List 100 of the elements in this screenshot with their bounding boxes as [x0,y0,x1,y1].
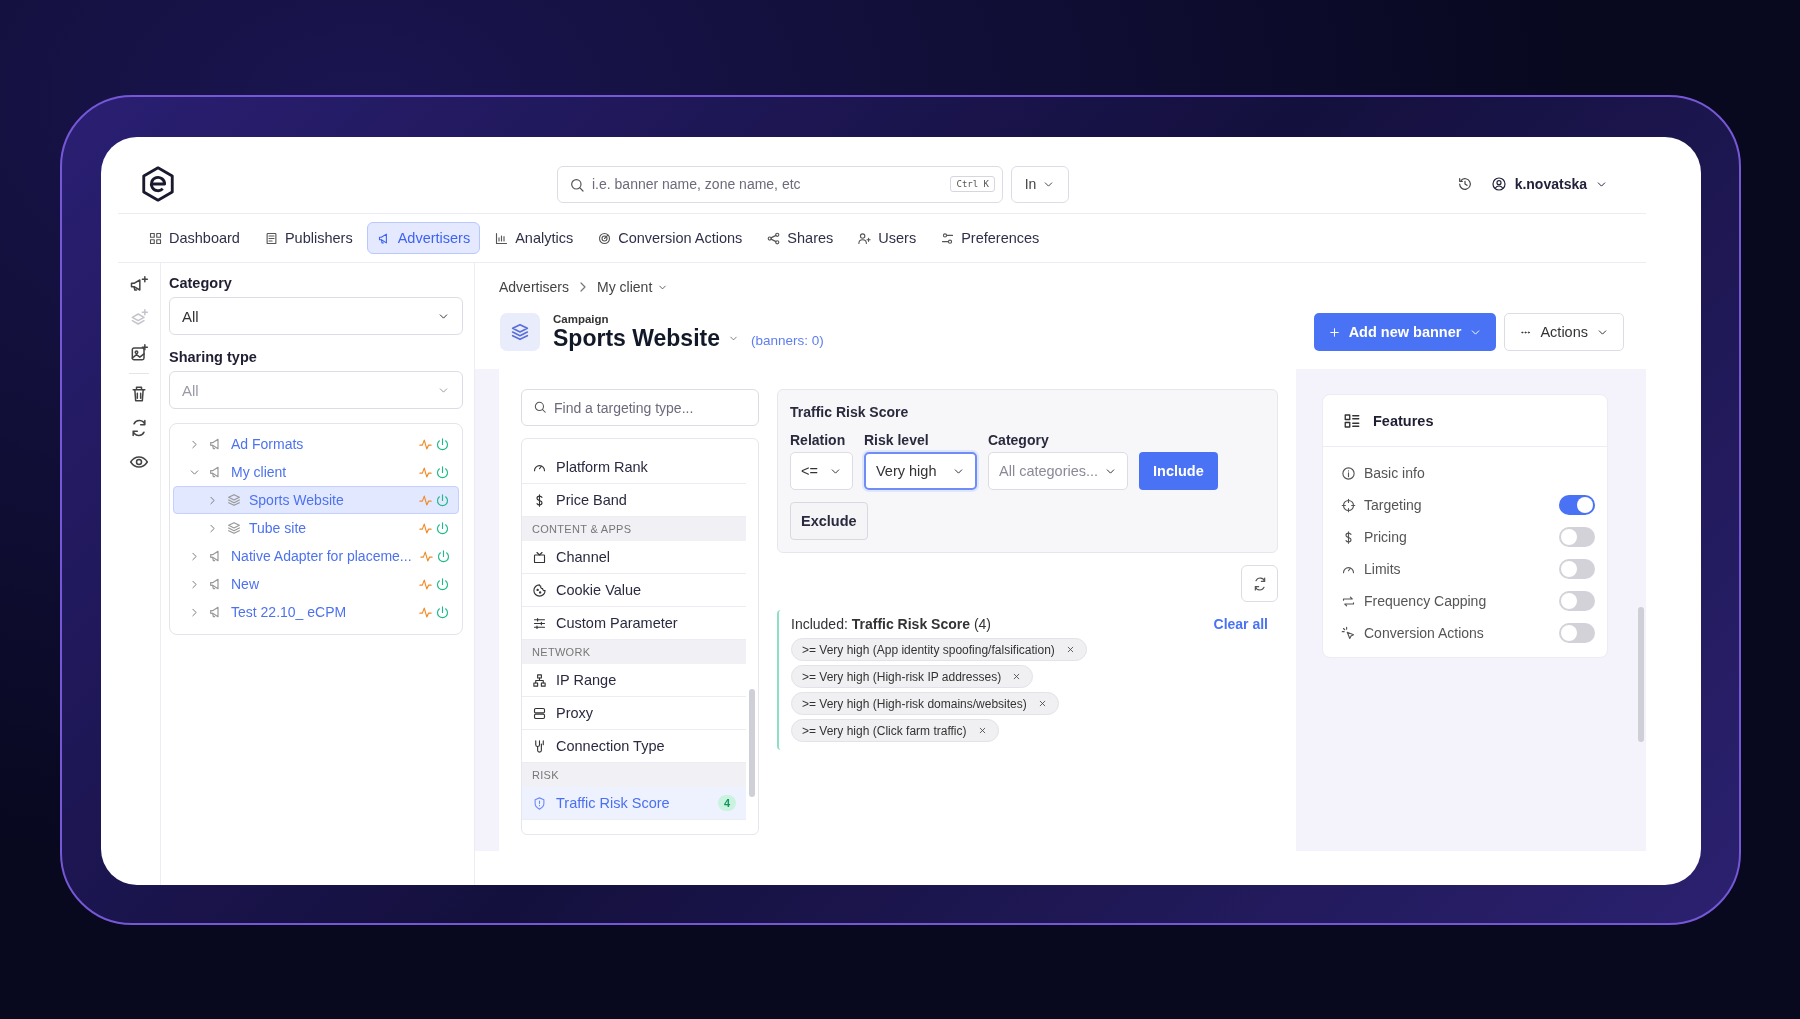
breadcrumb-link[interactable]: Advertisers [499,279,570,295]
layers-icon [226,520,242,536]
server-icon [532,705,547,721]
tv-icon [532,549,547,565]
features-icon [1343,411,1361,430]
card-title: Features [1373,412,1434,429]
history-icon [1456,176,1473,192]
included-summary: Included: Traffic Risk Score (4) [791,616,991,632]
repeat-icon [1341,593,1356,609]
search-icon [569,176,585,193]
network-icon [532,672,547,688]
exclude-button[interactable]: Exclude [790,502,868,540]
refresh-button[interactable] [129,418,149,438]
filter-chip: >= Very high (High-risk domains/websites) [791,692,1059,715]
scope-dropdown[interactable]: In [1011,165,1069,203]
feature-link[interactable]: Frequency Capping [1364,593,1551,609]
filter-label: Category [169,275,233,291]
user-menu[interactable]: k.novatska [1490,176,1608,192]
tree-item[interactable]: Ad Formats [173,430,459,458]
toggle-switch[interactable] [1559,591,1595,611]
nav-tab[interactable]: Conversion Actions [587,222,753,254]
cookie-icon [532,582,547,598]
filter-label: Sharing type [169,349,258,365]
targeting-type-item[interactable]: Channel [522,541,746,574]
power-icon [435,548,451,564]
breadcrumb-link[interactable]: My client [597,279,669,295]
cursor-sparkle-icon [1341,625,1356,641]
dropdown[interactable]: Very high [864,452,977,490]
filter-chip: >= Very high (High-risk IP addresses) [791,665,1034,688]
feature-link[interactable]: Conversion Actions [1364,625,1551,641]
refresh-button[interactable] [1241,565,1278,602]
targeting-type-item[interactable]: Proxy [522,697,746,730]
nav-tab[interactable]: Publishers [253,222,363,254]
section-title: Traffic Risk Score [790,404,910,420]
toggle-switch[interactable] [1559,559,1595,579]
dropdown[interactable]: <= [790,452,853,490]
power-icon [435,520,450,536]
targeting-type-item[interactable]: Cookie Value [522,574,746,607]
history-button[interactable] [1456,176,1473,192]
shield-icon [532,795,547,811]
nav-tab[interactable]: Dashboard [138,222,250,254]
toggle-switch[interactable] [1559,527,1595,547]
info-icon [1341,465,1356,481]
shortcut-hint: Ctrl K [950,175,995,192]
tree-item[interactable]: Test 22.10_ eCPM [173,598,459,626]
toggle-switch[interactable] [1559,623,1595,643]
nav-tab[interactable]: Users [847,222,927,254]
add-banner-button[interactable] [129,343,149,363]
power-icon [435,492,450,508]
nav-icon [148,230,163,246]
toggle-switch[interactable] [1559,495,1595,515]
tree-item[interactable]: New [173,570,459,598]
power-icon [435,604,450,620]
nav-icon [940,230,956,246]
clear-all-link[interactable]: Clear all [1213,616,1268,632]
nav-icon [263,230,279,246]
feature-link[interactable]: Limits [1364,561,1551,577]
count-badge: 4 [717,795,736,811]
layers-icon [226,492,242,508]
nav-tab[interactable]: Advertisers [366,222,481,254]
plug-icon [532,738,547,754]
tree-item[interactable]: Sports Website [173,486,459,514]
layers-icon [509,321,531,343]
add-banner-button[interactable]: Add new banner [1313,313,1497,351]
feature-link[interactable]: Basic info [1364,465,1595,481]
tree-item[interactable]: My client [173,458,459,486]
search-icon [533,400,547,414]
group-header: NETWORK [522,640,746,664]
nav-tab[interactable]: Preferences [930,222,1050,254]
power-icon [435,464,450,480]
field-label: Category [988,432,1050,448]
nav-icon [494,230,510,246]
nav-icon [766,230,782,246]
filter-dropdown[interactable]: All [169,297,463,335]
group-header: RISK [522,763,746,787]
filter-chip: >= Very high (Click farm traffic) [791,719,999,742]
actions-button[interactable]: Actions [1504,313,1624,351]
plus-icon [1327,325,1341,339]
banner-count: (banners: 0) [751,332,824,348]
search-field[interactable]: Find a targeting type... [521,389,759,426]
targeting-type-item[interactable]: Traffic Risk Score 4 [522,787,746,820]
tree-item[interactable]: Tube site [173,514,459,542]
include-button[interactable]: Include [1139,452,1218,490]
sliders-icon [532,615,547,631]
feature-link[interactable]: Pricing [1364,529,1551,545]
field-label: Relation [790,432,847,448]
field-label: Risk level [864,432,930,448]
campaign-title[interactable]: Sports Website [553,324,739,352]
feature-link[interactable]: Targeting [1364,497,1551,513]
campaign-label: Campaign [553,312,610,325]
nav-icon [857,230,873,246]
nav-icon [597,230,613,246]
refresh-icon [129,418,149,438]
targeting-type-item[interactable]: Platform Rank [522,451,746,484]
add-banner-icon [129,343,149,363]
nav-tab[interactable]: Shares [756,222,844,254]
dropdown[interactable]: All categories... [988,452,1128,490]
nav-tab[interactable]: Analytics [484,222,584,254]
tree-item[interactable]: Native Adapter for placeme... [173,542,459,570]
targeting-type-item[interactable]: IP Range [522,664,746,697]
